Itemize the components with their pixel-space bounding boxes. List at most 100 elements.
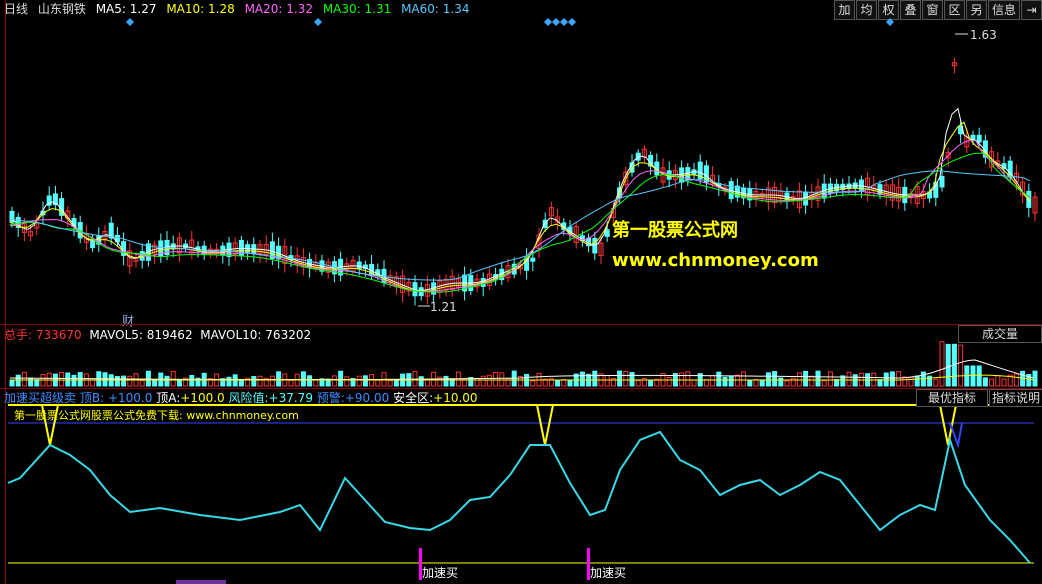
volume-bar (945, 343, 951, 387)
low-price-label: 1.21 (430, 300, 457, 314)
best-indicator-label: 最优指标 (927, 391, 976, 405)
volume-bar (970, 365, 976, 387)
volume-bar (443, 375, 449, 387)
indicator-name[interactable]: 加速买超级卖 (4, 391, 76, 405)
indicator-explain-button[interactable]: 指标说明 (989, 389, 1042, 407)
volume-bar (139, 380, 145, 387)
volume-bar (15, 374, 21, 387)
total-volume-value: 733670 (35, 328, 82, 342)
volume-bar (493, 371, 499, 387)
volume-bar (790, 377, 796, 387)
volume-bar (1013, 373, 1019, 387)
volume-bar (648, 379, 654, 387)
volume-separator (0, 324, 1042, 325)
volume-bar (555, 379, 561, 387)
volume-bar (958, 344, 964, 387)
volume-bar (995, 375, 1001, 387)
volume-bar (176, 379, 182, 387)
volume-bar (90, 379, 96, 387)
volume-bar (21, 371, 27, 387)
top-a-value: +100.0 (180, 391, 225, 405)
volume-bar (728, 376, 734, 387)
top-signal-v (536, 404, 554, 446)
volume-bar (784, 380, 790, 387)
event-diamond-icon (568, 18, 576, 26)
volume-bar (629, 372, 635, 387)
total-volume-label: 总手: (4, 328, 33, 342)
volume-bar (567, 380, 573, 387)
volume-bar (127, 375, 133, 387)
volume-bar (34, 379, 40, 387)
event-diamond-icon (886, 18, 894, 26)
volume-bar (121, 375, 127, 387)
bottom-b-value: +100.0 (107, 391, 153, 405)
volume-bar (821, 380, 827, 387)
volume-bar (288, 379, 294, 387)
bottom-b-label: 顶B: (79, 391, 105, 405)
formula-banner: 第一股票公式网股票公式免费下载: www.chnmoney.com (14, 409, 299, 422)
volume-bar (666, 376, 672, 387)
price-candle (356, 261, 362, 270)
volume-bar (679, 372, 685, 387)
volume-bar (778, 377, 784, 387)
volume-bar (344, 376, 350, 387)
chart-canvas[interactable] (0, 0, 1042, 584)
volume-bar (393, 379, 399, 387)
event-diamond-icon (544, 18, 552, 26)
mavol10-label: MAVOL10: (200, 328, 262, 342)
volume-bar (703, 379, 709, 387)
volume-bar (300, 371, 306, 387)
volume-bar (238, 380, 244, 387)
volume-bar (982, 377, 988, 387)
event-diamond-icon (126, 18, 134, 26)
volume-bar (375, 379, 381, 387)
volume-bar (164, 375, 170, 387)
volume-bar (933, 378, 939, 387)
volume-bar (889, 371, 895, 387)
volume-header: 总手: 733670 MAVOL5: 819462 MAVOL10: 76320… (4, 326, 311, 343)
price-candle (976, 134, 982, 143)
volume-bar (803, 370, 809, 387)
watermark-url: www.chnmoney.com (612, 250, 819, 271)
volume-bar (877, 379, 883, 387)
volume-indicator-dropdown[interactable]: 成交量 (958, 325, 1042, 343)
volume-bar (846, 371, 852, 387)
top-signal-v (939, 404, 957, 446)
volume-bar (189, 375, 195, 387)
risk-value: +37.79 (268, 391, 313, 405)
volume-bar (356, 375, 362, 387)
volume-bar (1032, 370, 1038, 387)
volume-bar (499, 372, 505, 387)
indicator-explain-label: 指标说明 (991, 391, 1040, 405)
safe-value: +10.00 (433, 391, 478, 405)
volume-bar (989, 378, 995, 387)
volume-bar (77, 372, 83, 387)
volume-bar (747, 379, 753, 387)
mavol10-value: 763202 (265, 328, 312, 342)
warn-signal-v (949, 422, 963, 449)
buy-signal-label-2: 加速买 (590, 566, 627, 580)
top-a-label: 顶A: (156, 391, 181, 405)
volume-bar (338, 370, 344, 387)
price-candle (90, 240, 96, 249)
volume-bar (827, 371, 833, 387)
volume-bar (617, 370, 623, 387)
volume-bar (226, 376, 232, 387)
indicator-header: 加速买超级卖 顶B: +100.0 顶A:+100.0 风险值:+37.79 预… (4, 389, 478, 406)
volume-bar (902, 376, 908, 387)
volume-bar (914, 375, 920, 387)
volume-bar (691, 379, 697, 387)
volume-bar (331, 375, 337, 387)
warn-label: 预警: (316, 391, 345, 405)
volume-bar (269, 375, 275, 387)
event-diamond-icon (552, 18, 560, 26)
volume-bar (102, 372, 108, 387)
volume-bar (486, 374, 492, 387)
volume-bar (276, 371, 282, 387)
volume-bar (313, 379, 319, 387)
best-indicator-button[interactable]: 最优指标 (916, 389, 988, 407)
volume-bar (59, 371, 65, 387)
volume-bar (796, 372, 802, 387)
volume-bar (9, 380, 15, 387)
volume-bar (145, 370, 151, 387)
